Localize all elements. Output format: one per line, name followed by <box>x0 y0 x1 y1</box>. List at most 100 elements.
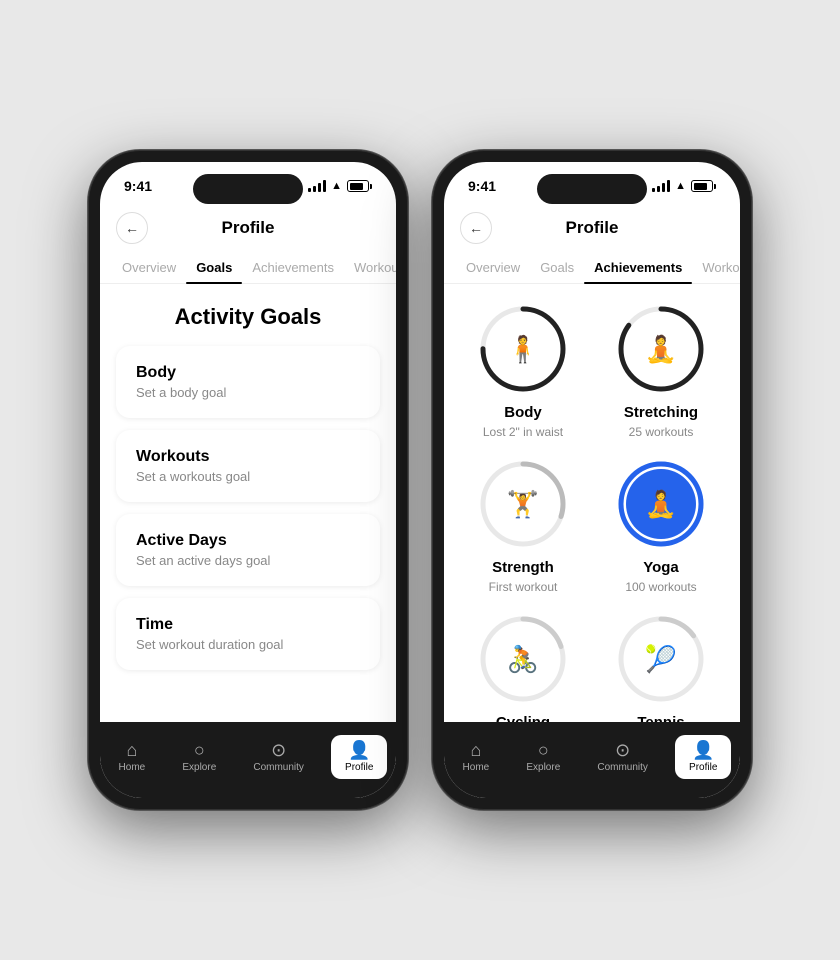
active-days-goal-card[interactable]: Active Days Set an active days goal <box>116 514 380 586</box>
strength-achievement-desc: First workout <box>489 580 558 594</box>
signal-icon-2 <box>652 180 670 192</box>
nav-explore[interactable]: ○ Explore <box>172 737 226 777</box>
tabs: Overview Goals Achievements Workout <box>100 252 396 284</box>
dynamic-island <box>193 174 303 204</box>
status-icons-2: ▲ <box>652 180 716 192</box>
phones-container: 9:41 ▲ ← Profile <box>0 0 840 960</box>
achievements-content: 🧍 Body Lost 2" in waist <box>444 284 740 722</box>
stretching-icon-wrap: 🧘 <box>626 314 696 384</box>
time-goal-subtitle: Set workout duration goal <box>136 637 360 652</box>
stretching-achievement-icon: 🧘 <box>645 336 677 362</box>
achievement-cycling[interactable]: 🚴 Cycling 10 workouts <box>464 614 582 722</box>
strength-icon-wrap: 🏋️ <box>488 469 558 539</box>
tennis-achievement-icon: 🎾 <box>645 646 677 672</box>
cycling-achievement-name: Cycling <box>496 714 550 722</box>
nav-home-2[interactable]: ⌂ Home <box>453 737 500 777</box>
achievement-stretching[interactable]: 🧘 Stretching 25 workouts <box>602 304 720 439</box>
body-icon-wrap: 🧍 <box>488 314 558 384</box>
achievement-circle-body: 🧍 <box>478 304 568 394</box>
back-arrow-icon: ← <box>125 221 139 235</box>
nav-profile[interactable]: 👤 Profile <box>331 735 387 779</box>
strength-achievement-icon: 🏋️ <box>507 491 539 517</box>
yoga-achievement-icon: 🧘 <box>645 491 677 517</box>
wifi-icon: ▲ <box>331 180 342 192</box>
body-achievement-icon: 🧍 <box>507 336 539 362</box>
home-icon-2: ⌂ <box>470 741 481 759</box>
tabs-2: Overview Goals Achievements Workout <box>444 252 740 284</box>
community-icon-2: ⊙ <box>615 741 630 759</box>
tab-goals[interactable]: Goals <box>186 252 242 283</box>
body-goal-title: Body <box>136 364 360 382</box>
tennis-achievement-name: Tennis <box>637 714 684 722</box>
explore-icon: ○ <box>194 741 205 759</box>
profile-icon: 👤 <box>348 741 370 759</box>
body-achievement-desc: Lost 2" in waist <box>483 425 563 439</box>
tab-achievements[interactable]: Achievements <box>242 252 344 283</box>
stretching-achievement-name: Stretching <box>624 404 698 421</box>
battery-icon-2 <box>691 180 716 192</box>
tab-workouts[interactable]: Workout <box>344 252 396 283</box>
time-goal-title: Time <box>136 616 360 634</box>
tab-goals-2[interactable]: Goals <box>530 252 584 283</box>
achievement-circle-yoga: 🧘 <box>616 459 706 549</box>
goals-content: Activity Goals Body Set a body goal Work… <box>100 284 396 722</box>
bottom-nav: ⌂ Home ○ Explore ⊙ Community 👤 Profile <box>100 722 396 798</box>
yoga-achievement-name: Yoga <box>643 559 679 576</box>
nav-community[interactable]: ⊙ Community <box>243 737 314 777</box>
achievement-yoga[interactable]: 🧘 Yoga 100 workouts <box>602 459 720 594</box>
battery-icon <box>347 180 372 192</box>
goals-phone: 9:41 ▲ ← Profile <box>88 150 408 810</box>
tab-overview-2[interactable]: Overview <box>456 252 530 283</box>
time-goal-card[interactable]: Time Set workout duration goal <box>116 598 380 670</box>
achievement-body[interactable]: 🧍 Body Lost 2" in waist <box>464 304 582 439</box>
workouts-goal-card[interactable]: Workouts Set a workouts goal <box>116 430 380 502</box>
achievement-circle-tennis: 🎾 <box>616 614 706 704</box>
status-icons: ▲ <box>308 180 372 192</box>
signal-icon <box>308 180 326 192</box>
workouts-goal-title: Workouts <box>136 448 360 466</box>
active-days-goal-subtitle: Set an active days goal <box>136 553 360 568</box>
tab-workouts-2[interactable]: Workout <box>692 252 740 283</box>
back-arrow-icon-2: ← <box>469 221 483 235</box>
achievements-grid: 🧍 Body Lost 2" in waist <box>444 284 740 722</box>
body-goal-subtitle: Set a body goal <box>136 385 360 400</box>
strength-achievement-name: Strength <box>492 559 554 576</box>
page-title-2: Profile <box>492 218 692 238</box>
achievement-circle-strength: 🏋️ <box>478 459 568 549</box>
page-title: Profile <box>148 218 348 238</box>
wifi-icon-2: ▲ <box>675 180 686 192</box>
tab-overview[interactable]: Overview <box>112 252 186 283</box>
body-achievement-name: Body <box>504 404 542 421</box>
body-goal-card[interactable]: Body Set a body goal <box>116 346 380 418</box>
tab-achievements-2[interactable]: Achievements <box>584 252 692 283</box>
dynamic-island-2 <box>537 174 647 204</box>
nav-header: ← Profile <box>100 212 396 252</box>
achievement-strength[interactable]: 🏋️ Strength First workout <box>464 459 582 594</box>
workouts-goal-subtitle: Set a workouts goal <box>136 469 360 484</box>
back-button-2[interactable]: ← <box>460 212 492 244</box>
back-button[interactable]: ← <box>116 212 148 244</box>
tennis-icon-wrap: 🎾 <box>626 624 696 694</box>
status-time: 9:41 <box>124 178 152 194</box>
nav-explore-2[interactable]: ○ Explore <box>516 737 570 777</box>
profile-icon-2: 👤 <box>692 741 714 759</box>
achievements-phone: 9:41 ▲ ← Profile <box>432 150 752 810</box>
stretching-achievement-desc: 25 workouts <box>629 425 694 439</box>
bottom-nav-2: ⌂ Home ○ Explore ⊙ Community 👤 Profile <box>444 722 740 798</box>
cycling-icon-wrap: 🚴 <box>488 624 558 694</box>
cycling-achievement-icon: 🚴 <box>507 646 539 672</box>
active-days-goal-title: Active Days <box>136 532 360 550</box>
achievement-circle-cycling: 🚴 <box>478 614 568 704</box>
nav-community-2[interactable]: ⊙ Community <box>587 737 658 777</box>
yoga-achievement-desc: 100 workouts <box>625 580 696 594</box>
nav-profile-2[interactable]: 👤 Profile <box>675 735 731 779</box>
yoga-icon-wrap: 🧘 <box>626 469 696 539</box>
goals-section-title: Activity Goals <box>100 284 396 346</box>
home-icon: ⌂ <box>126 741 137 759</box>
achievement-tennis[interactable]: 🎾 Tennis 5 workouts <box>602 614 720 722</box>
nav-home[interactable]: ⌂ Home <box>109 737 156 777</box>
nav-header-2: ← Profile <box>444 212 740 252</box>
community-icon: ⊙ <box>271 741 286 759</box>
status-time-2: 9:41 <box>468 178 496 194</box>
explore-icon-2: ○ <box>538 741 549 759</box>
